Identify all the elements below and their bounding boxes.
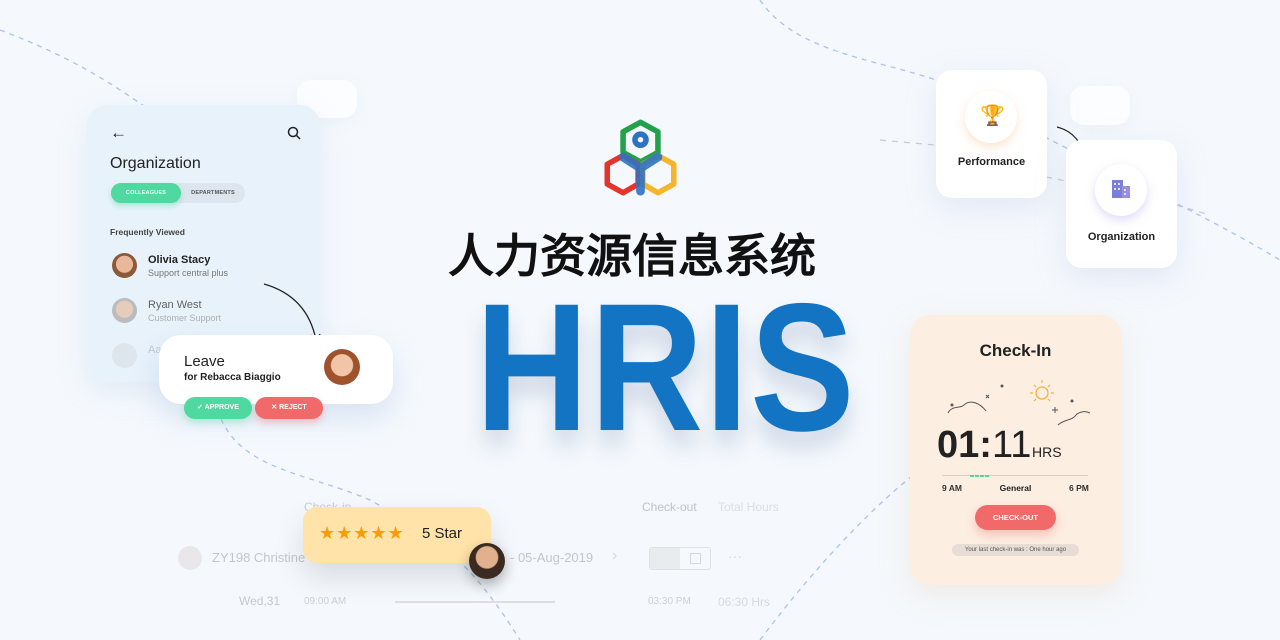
title-hris: HRIS xyxy=(475,265,857,469)
hexagon-person-logo xyxy=(604,119,677,196)
last-checkin-note: Your last check-in was : One hour ago xyxy=(952,544,1079,556)
shift-end: 6 PM xyxy=(1069,483,1089,493)
calendar-icon[interactable] xyxy=(690,553,701,564)
shift-progress xyxy=(970,475,990,477)
module-card-organization[interactable]: Organization xyxy=(1066,140,1177,268)
approve-label: APPROVE xyxy=(204,404,239,411)
checkin-title: Check-In xyxy=(979,341,1052,360)
avatar xyxy=(469,543,505,579)
list-item[interactable]: Olivia Stacy Support central plus xyxy=(112,253,312,283)
more-icon[interactable]: ··· xyxy=(728,548,742,564)
avatar xyxy=(112,253,137,278)
header-total: Total Hours xyxy=(718,500,779,514)
elapsed-time: 01:11 xyxy=(937,423,1031,467)
tab-departments[interactable]: DEPARTMENTS xyxy=(181,183,245,203)
date-range: - 05-Aug-2019 xyxy=(510,550,594,565)
employee-name: ZY198 Christine xyxy=(212,550,306,565)
tab-colleagues[interactable]: COLLEAGUES xyxy=(111,183,181,203)
leave-subtitle: for Rebacca Biaggio xyxy=(184,372,281,383)
checkout-button[interactable]: CHECK-OUT xyxy=(975,505,1056,530)
building-icon xyxy=(1112,180,1130,198)
day-label: Wed,31 xyxy=(239,594,281,608)
shift-name: General xyxy=(999,483,1032,493)
rating-card: ★★★★★ 5 Star xyxy=(303,507,491,563)
five-stars-icon: ★★★★★ xyxy=(319,523,405,543)
list-view-icon[interactable] xyxy=(650,548,680,569)
time-colon: : xyxy=(979,424,992,466)
time-hours: 01 xyxy=(937,424,980,466)
avatar xyxy=(178,546,202,570)
person-name: Ryan West xyxy=(148,299,202,311)
person-role: Customer Support xyxy=(148,313,222,323)
person-role: Support central plus xyxy=(148,268,229,278)
avatar xyxy=(324,349,360,385)
in-time: 09:00 AM xyxy=(304,596,347,607)
panel-title: Organization xyxy=(110,155,201,172)
reject-label: REJECT xyxy=(279,404,307,411)
icon-circle xyxy=(1095,164,1147,216)
header-checkout: Check-out xyxy=(642,500,697,514)
approve-button[interactable]: ✓ APPROVE xyxy=(184,397,252,419)
module-label: Performance xyxy=(957,156,1026,168)
total-hours: 06:30 Hrs xyxy=(718,595,771,609)
rating-label: 5 Star xyxy=(422,525,463,542)
time-minutes: 11 xyxy=(991,424,1032,466)
section-label: Frequently Viewed xyxy=(110,227,185,237)
leave-title: Leave xyxy=(184,353,225,370)
chevron-right-icon[interactable]: › xyxy=(612,547,617,565)
avatar xyxy=(112,343,137,368)
out-time: 03:30 PM xyxy=(648,596,691,607)
avatar xyxy=(112,298,137,323)
placeholder-card xyxy=(1070,86,1130,125)
back-arrow-icon[interactable]: ← xyxy=(110,123,127,143)
module-label: Organization xyxy=(1087,231,1156,243)
module-card-performance[interactable]: 🏆 Performance xyxy=(936,70,1047,198)
reject-button[interactable]: ✕ REJECT xyxy=(255,397,323,419)
search-icon[interactable] xyxy=(287,126,301,140)
trophy-icon: 🏆 xyxy=(980,105,1005,127)
tab-toggle: COLLEAGUES DEPARTMENTS xyxy=(111,183,245,203)
leave-request-card: Leave for Rebacca Biaggio xyxy=(159,335,393,404)
icon-circle: 🏆 xyxy=(965,91,1017,143)
person-name: Olivia Stacy xyxy=(148,254,211,266)
view-toggle[interactable] xyxy=(649,547,711,570)
shift-timeline xyxy=(942,475,1088,476)
time-unit: HRS xyxy=(1032,444,1062,460)
checkin-card: Check-In 01:11 HRS 9 AM General 6 PM CHE… xyxy=(910,315,1121,585)
time-bar xyxy=(395,601,555,603)
